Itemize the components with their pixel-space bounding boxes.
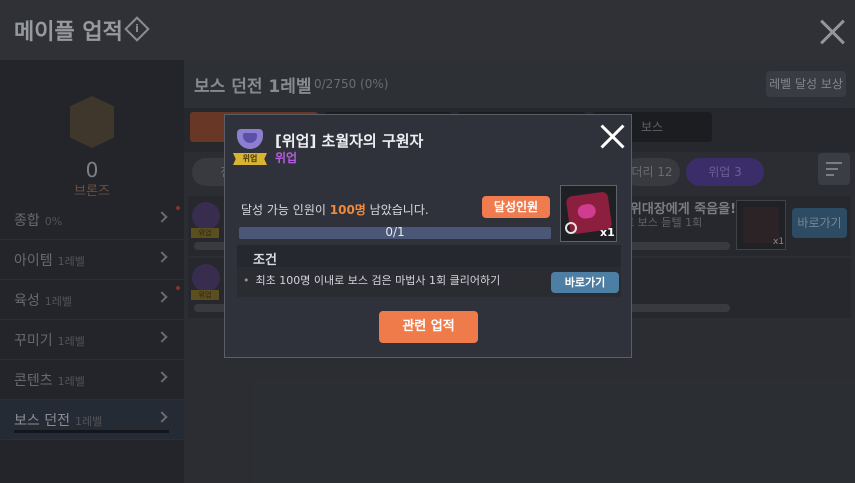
go-button[interactable]: 바로가기 xyxy=(551,272,619,293)
condition-header: 조건 xyxy=(237,245,621,268)
clock-icon xyxy=(565,222,577,234)
remaining-text: 달성 가능 인원이 100명 남았습니다. xyxy=(241,203,429,217)
modal-category: 위업 xyxy=(275,151,298,165)
close-icon[interactable] xyxy=(599,123,627,151)
achievement-detail-modal: 위업 [위업] 초월자의 구원자 위업 달성 가능 인원이 100명 남았습니다… xyxy=(224,114,632,358)
wiup-ribbon: 위업 xyxy=(233,153,267,165)
reward-item-icon[interactable]: x1 xyxy=(560,185,617,242)
trophy-icon xyxy=(235,129,265,153)
related-achievements-button[interactable]: 관련 업적 xyxy=(379,311,478,343)
progress-text: 0/1 xyxy=(385,225,405,239)
achievers-button[interactable]: 달성인원 xyxy=(482,196,550,218)
condition-item: • 최초 100명 이내로 보스 검은 마법사 1회 클리어하기 xyxy=(243,274,501,287)
modal-title: [위업] 초월자의 구원자 xyxy=(275,132,424,150)
reward-quantity: x1 xyxy=(600,226,615,239)
progress-bar: 0/1 xyxy=(239,225,551,239)
